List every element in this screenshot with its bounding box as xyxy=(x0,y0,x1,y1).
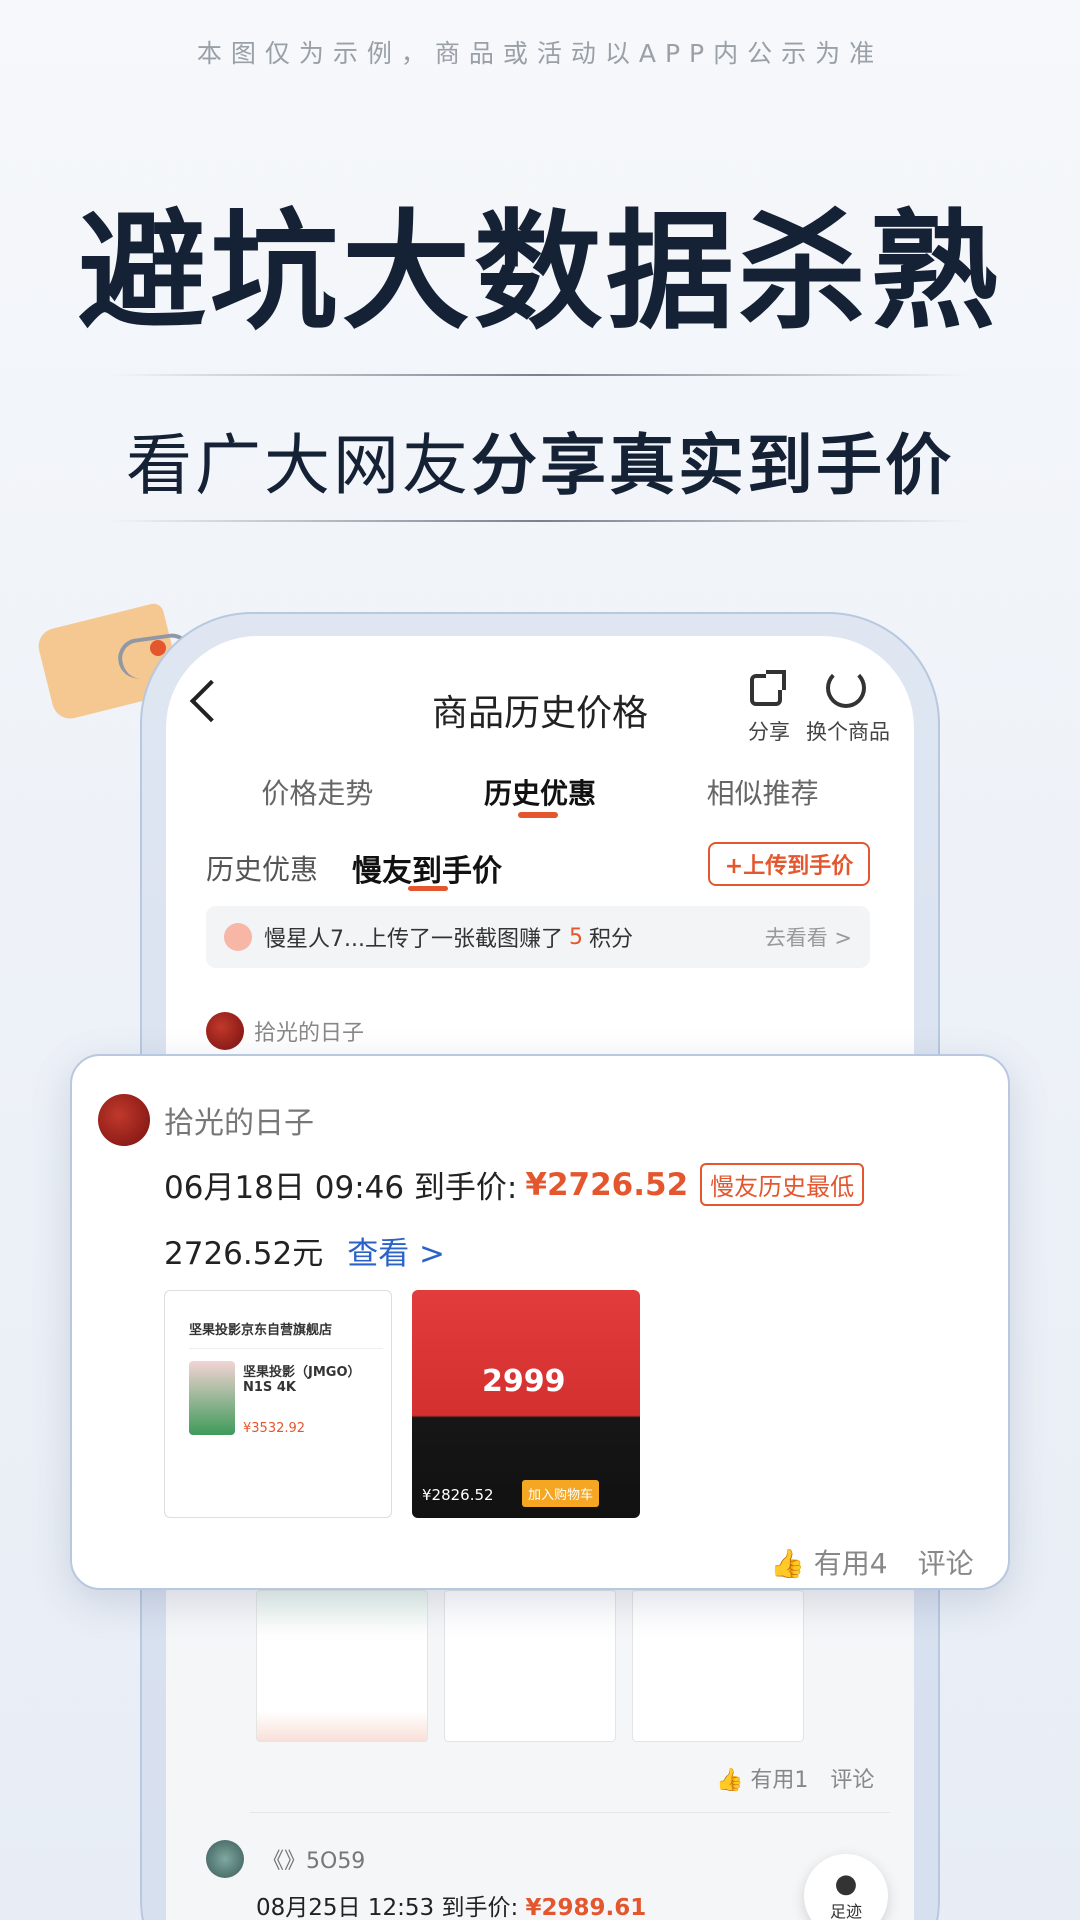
popup-username: 拾光的日子 xyxy=(164,1106,314,1141)
smile-icon xyxy=(224,923,252,951)
notice-bar[interactable]: 慢星人7...上传了一张截图赚了 5 积分 去看看 > xyxy=(206,906,870,968)
lower-review-footer: 👍 有用1 评论 xyxy=(716,1762,874,1794)
review-user-2: 《》5O59 xyxy=(206,1840,365,1878)
share-button[interactable] xyxy=(742,670,798,720)
divider-top xyxy=(110,374,970,376)
screenshot-thumb-1[interactable]: 坚果投影京东自营旗舰店 坚果投影（JMGO）N1S 4K ¥3532.92 xyxy=(164,1290,392,1518)
lowest-price-badge: 慢友历史最低 xyxy=(700,1163,865,1206)
subheadline-bold: 分享真实到手价 xyxy=(471,427,954,504)
tab-similar[interactable]: 相似推荐 xyxy=(707,772,819,812)
notice-go-link[interactable]: 去看看 > xyxy=(765,922,852,952)
useful-count: 有用1 xyxy=(750,1768,809,1793)
thumb1-shop: 坚果投影京东自营旗舰店 xyxy=(189,1323,333,1338)
bg-review-user: 拾光的日子 xyxy=(206,1012,364,1050)
review-2-price-line: 08月25日 12:53 到手价: ¥2989.61 xyxy=(256,1888,646,1920)
popup-amount: 2726.52元 xyxy=(164,1236,324,1272)
swap-product-label[interactable]: 换个商品 xyxy=(806,716,890,746)
subtab-history[interactable]: 历史优惠 xyxy=(206,848,318,888)
popup-user: 拾光的日子 xyxy=(98,1094,314,1146)
review-2-price: ¥2989.61 xyxy=(525,1895,647,1920)
popup-useful-button[interactable]: 👍 有用4 xyxy=(770,1542,888,1582)
footprint-icon: ● xyxy=(834,1869,858,1899)
share-arrow-icon xyxy=(766,670,786,690)
username-2: 《》5O59 xyxy=(262,1849,366,1874)
thumb2-cart-button: 加入购物车 xyxy=(522,1480,600,1507)
screenshot-thumb-2[interactable]: 2999 ¥2826.52 加入购物车 xyxy=(412,1290,640,1518)
popup-comment-button[interactable]: 评论 xyxy=(918,1542,974,1582)
subheadline: 看广大网友分享真实到手价 xyxy=(0,412,1080,508)
popup-price-line: 06月18日 09:46 到手价: ¥2726.52 慢友历史最低 xyxy=(164,1162,865,1207)
disclaimer-text: 本图仅为示例，商品或活动以APP内公示为准 xyxy=(196,39,884,68)
avatar xyxy=(98,1094,150,1146)
divider-bottom xyxy=(110,520,970,522)
lower-thumb-1[interactable] xyxy=(256,1590,428,1742)
lower-thumbnails xyxy=(256,1590,804,1742)
subheadline-normal: 看广大网友 xyxy=(126,427,471,504)
subtab-indicator xyxy=(408,886,448,891)
headline: 避坑大数据杀熟 xyxy=(77,198,1002,347)
subtab-friends-price[interactable]: 慢友到手价 xyxy=(352,846,502,890)
popup-price: ¥2726.52 xyxy=(525,1166,689,1203)
notice-suffix: 积分 xyxy=(588,927,633,952)
comment-button[interactable]: 评论 xyxy=(830,1762,874,1794)
avatar xyxy=(206,1012,244,1050)
tab-history-deals[interactable]: 历史优惠 xyxy=(484,772,596,812)
nav-title: 商品历史价格 xyxy=(431,693,648,734)
review-2-date: 08月25日 12:53 到手价: xyxy=(256,1895,519,1920)
popup-footer: 👍 有用4 评论 xyxy=(770,1542,974,1582)
refresh-icon[interactable] xyxy=(826,668,866,708)
thumb1-product: 坚果投影（JMGO）N1S 4K xyxy=(243,1365,361,1395)
share-label[interactable]: 分享 xyxy=(748,716,790,746)
tab-bar: 价格走势 历史优惠 相似推荐 xyxy=(166,772,914,812)
thumb1-price: ¥3532.92 xyxy=(243,1421,306,1436)
popup-date: 06月18日 09:46 到手价: xyxy=(164,1170,518,1206)
thumb2-price: ¥2826.52 xyxy=(422,1486,494,1504)
useful-button[interactable]: 👍 有用1 xyxy=(716,1762,808,1794)
notice-points: 5 xyxy=(568,924,583,950)
lower-thumb-3[interactable] xyxy=(632,1590,804,1742)
lower-thumb-2[interactable] xyxy=(444,1590,616,1742)
upload-price-button[interactable]: +上传到手价 xyxy=(708,842,870,886)
notice-prefix: 慢星人7...上传了一张截图赚了 xyxy=(264,927,563,952)
product-image xyxy=(189,1361,235,1435)
popup-useful-count: 有用4 xyxy=(813,1547,888,1580)
thumb2-big-price: 2999 xyxy=(482,1364,566,1399)
tab-indicator xyxy=(518,812,558,818)
review-divider xyxy=(250,1812,890,1813)
popup-amount-line: 2726.52元 查看 > xyxy=(164,1228,445,1273)
bg-username: 拾光的日子 xyxy=(254,1021,365,1046)
tab-price-trend[interactable]: 价格走势 xyxy=(261,772,373,812)
view-link[interactable]: 查看 > xyxy=(347,1228,445,1273)
footprint-label: 足迹 xyxy=(829,1902,862,1920)
avatar xyxy=(206,1840,244,1878)
